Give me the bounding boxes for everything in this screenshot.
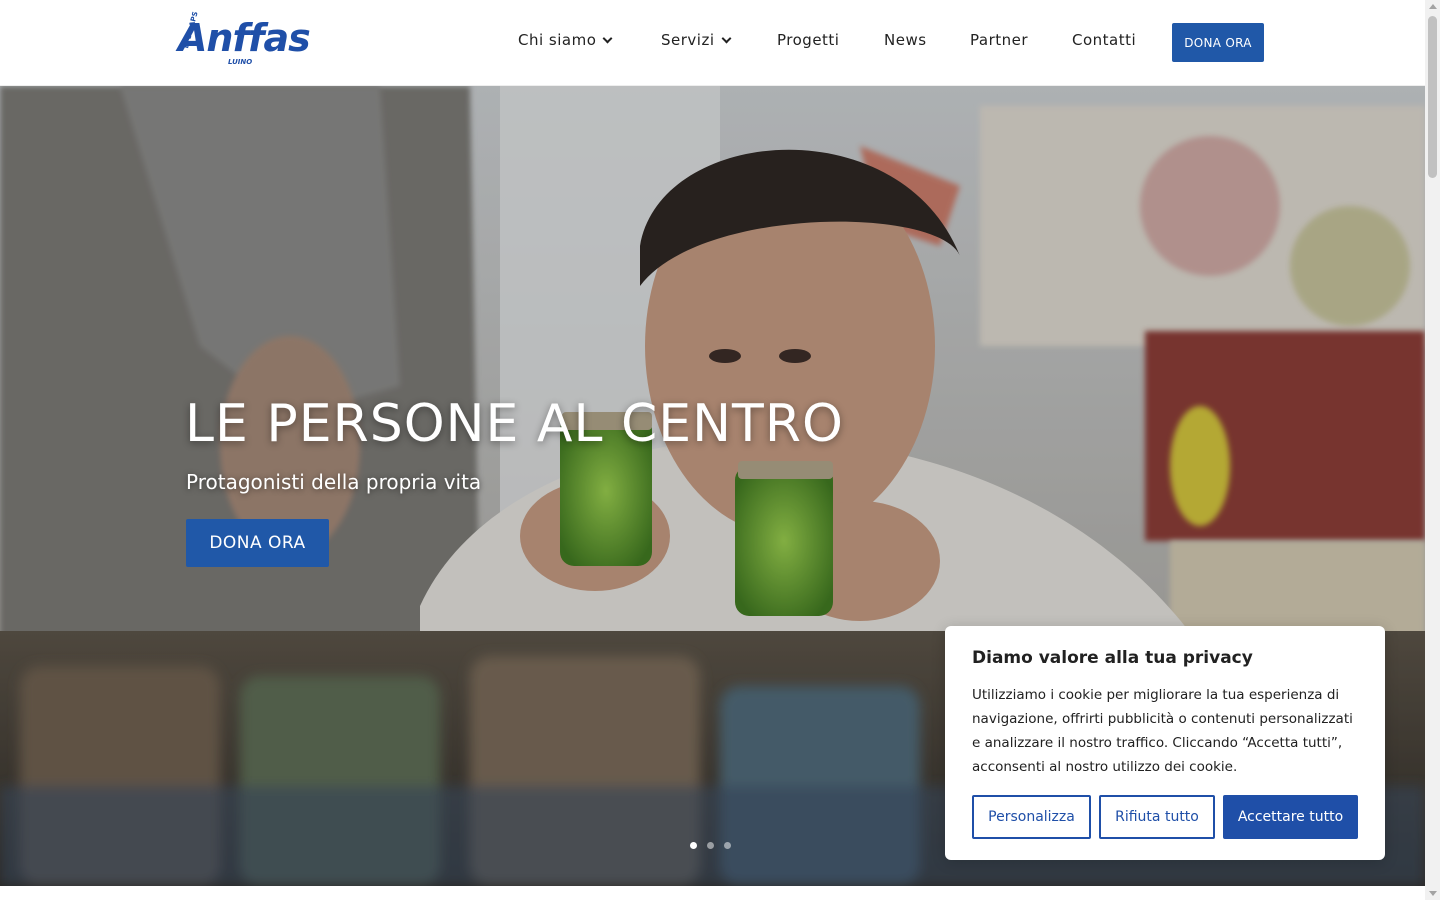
scroll-down-arrow-icon[interactable] bbox=[1429, 891, 1437, 896]
hero-subtitle: Protagonisti della propria vita bbox=[186, 470, 482, 494]
hero-donate-button[interactable]: DONA ORA bbox=[186, 519, 329, 567]
nav-item-chi-siamo[interactable]: Chi siamo bbox=[518, 31, 613, 49]
header-donate-button[interactable]: DONA ORA bbox=[1172, 23, 1264, 62]
logo-location-text: LUINO bbox=[228, 58, 253, 66]
nav-item-servizi[interactable]: Servizi bbox=[661, 31, 731, 49]
nav-item-label: Chi siamo bbox=[518, 31, 597, 49]
nav-item-label: Progetti bbox=[777, 31, 840, 49]
nav-item-label: News bbox=[884, 31, 927, 49]
cookie-reject-all-button[interactable]: Rifiuta tutto bbox=[1099, 795, 1215, 839]
nav-item-contatti[interactable]: Contatti bbox=[1072, 31, 1136, 49]
page-scrollbar[interactable] bbox=[1425, 0, 1440, 900]
chevron-down-icon bbox=[721, 33, 731, 43]
anffas-logo[interactable]: ETS · APS Anffas LUINO bbox=[176, 11, 311, 70]
slide-dot-2[interactable] bbox=[707, 842, 714, 849]
nav-item-label: Partner bbox=[970, 31, 1029, 49]
nav-item-partner[interactable]: Partner bbox=[970, 31, 1028, 49]
nav-item-news[interactable]: News bbox=[884, 31, 927, 49]
nav-item-label: Contatti bbox=[1072, 31, 1137, 49]
slide-dot-1[interactable] bbox=[690, 842, 697, 849]
site-header: ETS · APS Anffas LUINO Chi siamo Servizi… bbox=[0, 0, 1425, 86]
scroll-up-arrow-icon[interactable] bbox=[1429, 4, 1437, 9]
cookie-consent-banner: Diamo valore alla tua privacy Utilizziam… bbox=[945, 626, 1385, 860]
cookie-banner-title: Diamo valore alla tua privacy bbox=[972, 648, 1253, 668]
chevron-down-icon bbox=[602, 33, 613, 43]
logo-wordmark: Anffas bbox=[178, 16, 311, 60]
nav-item-label: Servizi bbox=[661, 31, 715, 49]
scrollbar-thumb[interactable] bbox=[1428, 16, 1437, 178]
cookie-accept-all-button[interactable]: Accettare tutto bbox=[1223, 795, 1358, 839]
hero-title: LE PERSONE AL CENTRO bbox=[185, 394, 844, 454]
cookie-banner-text: Utilizziamo i cookie per migliorare la t… bbox=[972, 687, 1353, 775]
cookie-customize-button[interactable]: Personalizza bbox=[972, 795, 1091, 839]
slide-dot-3[interactable] bbox=[724, 842, 731, 849]
nav-item-progetti[interactable]: Progetti bbox=[777, 31, 839, 49]
slider-pagination bbox=[690, 842, 731, 849]
